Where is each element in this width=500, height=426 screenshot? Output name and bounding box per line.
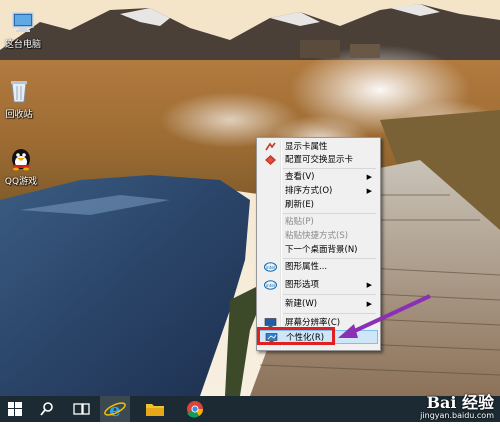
qq-game-icon xyxy=(0,145,44,175)
taskbar: e Bai 经验 jingyan.baidu.com xyxy=(0,393,500,422)
submenu-arrow-icon: ▶ xyxy=(366,173,372,181)
desktop-icon-label: 这台电脑 xyxy=(4,40,41,50)
svg-text:intel: intel xyxy=(266,265,275,270)
chrome-button[interactable] xyxy=(180,396,210,422)
desktop-icon-this-pc[interactable]: 这台电脑 xyxy=(0,10,46,51)
menu-item-graphics-properties[interactable]: 显示卡属性 xyxy=(259,140,378,154)
menu-separator xyxy=(283,258,376,259)
menu-separator xyxy=(283,168,376,169)
desktop-icon-qq-game[interactable]: QQ游戏 xyxy=(0,145,44,188)
menu-item-switchable-graphics[interactable]: 配置可交换显示卡 xyxy=(259,153,378,167)
menu-separator xyxy=(283,213,376,214)
menu-item-paste-shortcut: 粘贴快捷方式(S) xyxy=(285,231,349,241)
file-explorer-button[interactable] xyxy=(140,396,170,422)
desktop-icon-recycle-bin[interactable]: 回收站 xyxy=(0,78,42,121)
highlight-box xyxy=(257,327,335,345)
menu-item-refresh[interactable]: 刷新(E) xyxy=(259,198,378,212)
folder-icon xyxy=(146,404,164,416)
switchable-graphics-icon xyxy=(264,155,277,165)
menu-item-paste: 粘贴(P) xyxy=(285,217,314,227)
windows-logo-icon xyxy=(8,402,22,416)
baidu-watermark: Bai 经验 jingyan.baidu.com xyxy=(420,393,494,420)
desktop-icon-label: QQ游戏 xyxy=(4,177,38,187)
submenu-arrow-icon: ▶ xyxy=(366,187,372,195)
intel-icon: intel xyxy=(264,280,277,290)
menu-item-graphics-settings[interactable]: intel 图形属性... xyxy=(259,260,378,274)
pointer-arrow-icon xyxy=(338,294,431,338)
internet-explorer-button[interactable]: e xyxy=(100,396,130,422)
task-view-button[interactable] xyxy=(66,396,96,422)
task-view-icon xyxy=(73,403,90,415)
start-button[interactable] xyxy=(0,396,30,422)
ie-icon: e xyxy=(104,400,126,421)
chrome-icon xyxy=(187,401,204,418)
svg-text:intel: intel xyxy=(266,283,275,288)
search-button[interactable] xyxy=(32,396,62,422)
desktop-icon-label: 回收站 xyxy=(5,110,33,120)
menu-item-view[interactable]: 查看(V) ▶ xyxy=(259,170,378,184)
intel-icon: intel xyxy=(264,262,277,272)
graphics-card-icon xyxy=(264,142,277,152)
computer-icon xyxy=(0,10,46,38)
menu-item-next-background[interactable]: 下一个桌面背景(N) xyxy=(259,243,378,257)
search-icon xyxy=(40,402,53,416)
menu-item-sort-by[interactable]: 排序方式(O) ▶ xyxy=(259,184,378,198)
recycle-bin-icon xyxy=(0,78,42,108)
